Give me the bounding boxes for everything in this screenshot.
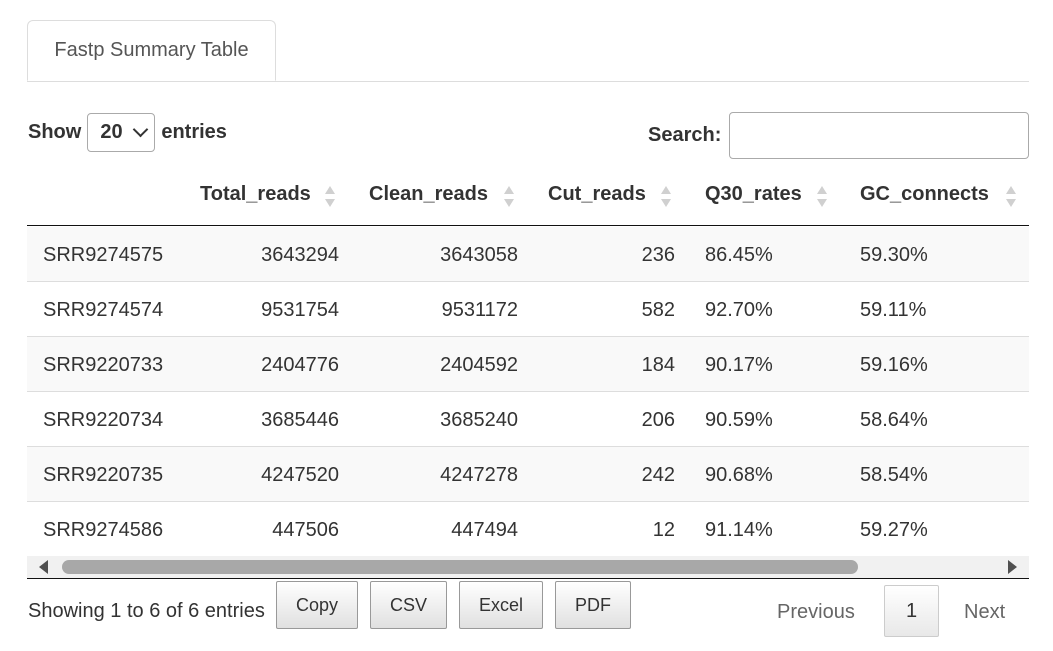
pagination-previous[interactable]: Previous: [777, 601, 855, 624]
cell-gc-connects: 58.64%: [860, 409, 928, 431]
column-header-gc-connects[interactable]: GC_connects: [860, 183, 989, 209]
cell-clean-reads: 2404592: [440, 354, 518, 376]
cell-total-reads: 3685446: [261, 409, 339, 431]
show-label: Show: [28, 120, 82, 143]
cell-cut-reads: 242: [641, 464, 675, 486]
cell-sample: SRR9274586: [43, 519, 164, 541]
table-bottom-divider: [27, 578, 1029, 579]
cell-total-reads: 3643294: [261, 244, 339, 266]
scroll-right-arrow-icon[interactable]: [1008, 560, 1017, 574]
table-row: SRR9220733 2404776 2404592 184 90.17% 59…: [27, 336, 1029, 391]
sort-icon[interactable]: [325, 185, 335, 209]
horizontal-scrollbar[interactable]: [27, 556, 1029, 578]
table-row: SRR9274575 3643294 3643058 236 86.45% 59…: [27, 227, 1029, 282]
pagination-page-1[interactable]: 1: [884, 585, 939, 637]
cell-total-reads: 2404776: [261, 354, 339, 376]
cell-q30-rates: 86.45%: [705, 244, 773, 266]
cell-q30-rates: 91.14%: [705, 519, 773, 541]
copy-button[interactable]: Copy: [276, 581, 358, 629]
cell-clean-reads: 9531172: [441, 299, 518, 321]
cell-gc-connects: 59.27%: [860, 519, 928, 541]
search-label: Search:: [648, 124, 722, 146]
column-header-cut-reads[interactable]: Cut_reads: [548, 183, 646, 209]
entries-label: entries: [161, 120, 227, 143]
sort-icon[interactable]: [817, 185, 827, 209]
cell-sample: SRR9220735: [43, 464, 164, 486]
cell-q30-rates: 90.59%: [705, 409, 773, 431]
cell-q30-rates: 90.68%: [705, 464, 773, 486]
cell-cut-reads: 582: [641, 299, 675, 321]
cell-total-reads: 9531754: [261, 299, 339, 321]
cell-sample: SRR9220733: [43, 354, 164, 376]
entries-select[interactable]: 20: [87, 112, 156, 152]
table-row: SRR9274586 447506 447494 12 91.14% 59.27…: [27, 501, 1029, 556]
cell-gc-connects: 59.16%: [860, 354, 928, 376]
cell-cut-reads: 184: [641, 354, 675, 376]
cell-cut-reads: 236: [641, 244, 675, 266]
table-row: SRR9274574 9531754 9531172 582 92.70% 59…: [27, 281, 1029, 336]
column-header-q30-rates[interactable]: Q30_rates: [705, 183, 802, 209]
cell-gc-connects: 59.30%: [860, 244, 928, 266]
cell-total-reads: 4247520: [261, 464, 339, 486]
cell-clean-reads: 3685240: [440, 409, 518, 431]
cell-sample: SRR9274575: [43, 244, 164, 266]
cell-gc-connects: 59.11%: [860, 299, 927, 321]
cell-cut-reads: 206: [641, 409, 675, 431]
tab-fastp-summary-table[interactable]: Fastp Summary Table: [27, 20, 276, 81]
cell-q30-rates: 90.17%: [705, 354, 773, 376]
entries-select-value: 20: [100, 120, 123, 143]
csv-button[interactable]: CSV: [370, 581, 447, 629]
cell-gc-connects: 58.54%: [860, 464, 928, 486]
entries-length-control: Show 20 entries: [28, 112, 227, 152]
header-divider: [27, 225, 1029, 226]
search-input[interactable]: [729, 112, 1029, 159]
table-row: SRR9220735 4247520 4247278 242 90.68% 58…: [27, 446, 1029, 501]
cell-q30-rates: 92.70%: [705, 299, 773, 321]
cell-sample: SRR9274574: [43, 299, 164, 321]
pdf-button[interactable]: PDF: [555, 581, 631, 629]
sort-icon[interactable]: [504, 185, 514, 209]
column-header-total-reads[interactable]: Total_reads: [200, 183, 311, 209]
cell-clean-reads: 447494: [451, 519, 518, 541]
cell-sample: SRR9220734: [43, 409, 164, 431]
pagination-next[interactable]: Next: [964, 601, 1005, 624]
table-info: Showing 1 to 6 of 6 entries: [28, 600, 265, 622]
table-row: SRR9220734 3685446 3685240 206 90.59% 58…: [27, 391, 1029, 446]
excel-button[interactable]: Excel: [459, 581, 543, 629]
tab-divider: [27, 81, 1029, 82]
chevron-down-icon: [133, 121, 149, 138]
cell-cut-reads: 12: [652, 519, 675, 541]
sort-icon[interactable]: [661, 185, 671, 209]
sort-icon[interactable]: [1006, 185, 1016, 209]
cell-clean-reads: 4247278: [440, 464, 518, 486]
scrollbar-thumb[interactable]: [62, 560, 858, 574]
scroll-left-arrow-icon[interactable]: [39, 560, 48, 574]
cell-clean-reads: 3643058: [440, 244, 518, 266]
column-header-clean-reads[interactable]: Clean_reads: [369, 183, 488, 209]
cell-total-reads: 447506: [272, 519, 339, 541]
